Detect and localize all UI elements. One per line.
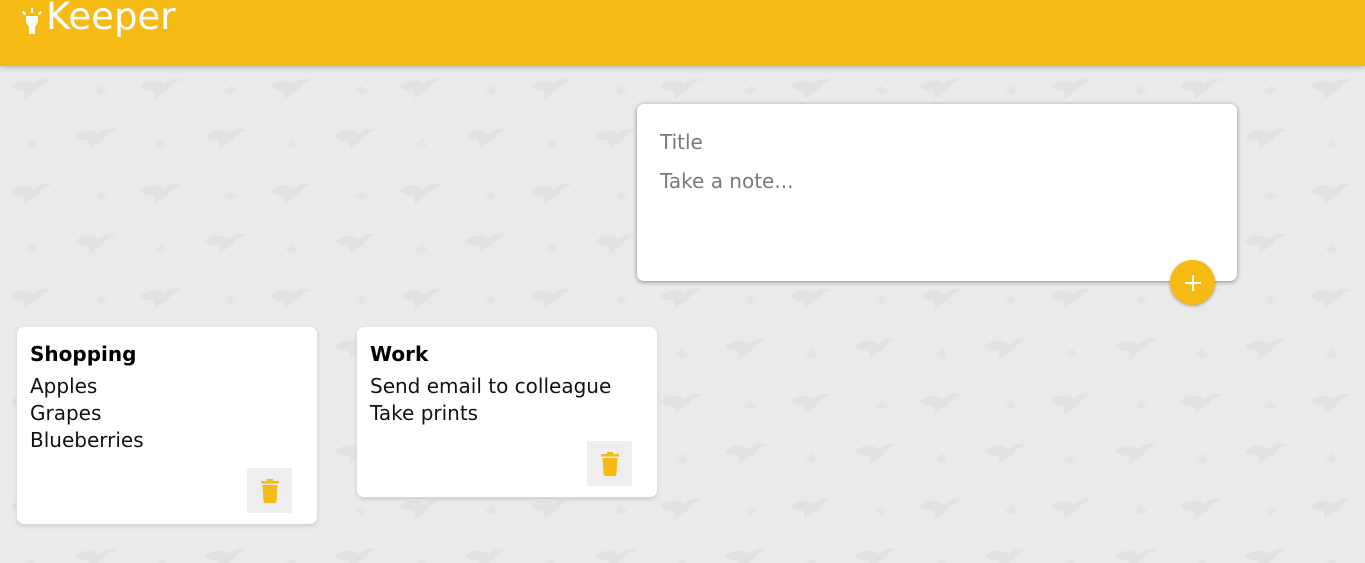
note-title: Work xyxy=(370,342,429,366)
note-line: Apples xyxy=(30,374,98,398)
delete-note-button[interactable] xyxy=(247,468,292,513)
add-icon xyxy=(1183,273,1203,293)
note-content-input[interactable] xyxy=(660,168,1210,258)
highlight-icon xyxy=(21,5,43,35)
note-line: Send email to colleague xyxy=(370,374,612,398)
app-header: Keeper xyxy=(0,0,1365,66)
app-logo: Keeper xyxy=(21,0,176,43)
note-line: Take prints xyxy=(370,401,479,425)
add-note-button[interactable] xyxy=(1170,260,1215,305)
app-title: Keeper xyxy=(46,0,176,38)
note-card: Work Send email to colleague Take prints xyxy=(357,327,657,497)
delete-icon xyxy=(260,478,279,503)
note-line: Grapes xyxy=(30,401,102,425)
delete-icon xyxy=(600,451,619,476)
note-line: Blueberries xyxy=(30,428,144,452)
note-content: Apples Grapes Blueberries xyxy=(30,373,144,454)
delete-note-button[interactable] xyxy=(587,441,632,486)
note-title-input[interactable] xyxy=(660,129,1210,155)
note-content: Send email to colleague Take prints xyxy=(370,373,611,427)
create-note-form xyxy=(637,104,1237,281)
note-title: Shopping xyxy=(30,342,137,366)
note-card: Shopping Apples Grapes Blueberries xyxy=(17,327,317,524)
